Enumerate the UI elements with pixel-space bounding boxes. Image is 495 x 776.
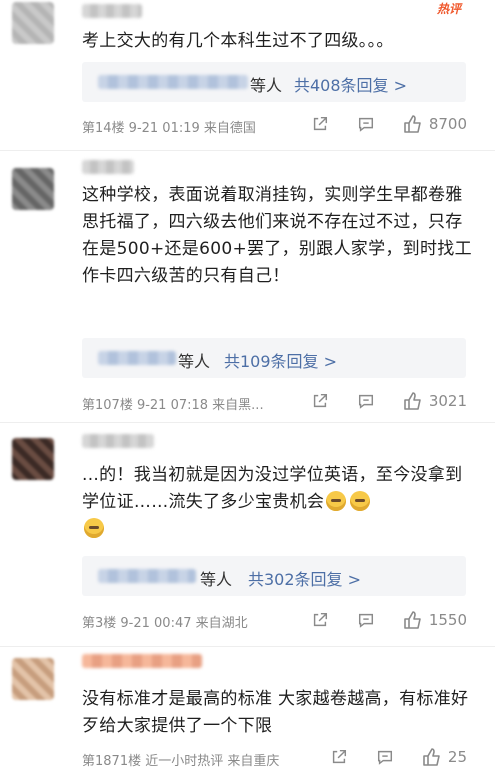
thumbs-up-icon — [404, 392, 421, 410]
like-count: 8700 — [428, 115, 467, 133]
share-icon[interactable] — [311, 115, 329, 133]
like-count: 25 — [447, 748, 467, 766]
thumbs-up-icon — [423, 748, 440, 766]
comment-icon[interactable] — [376, 748, 394, 766]
avatar[interactable] — [12, 438, 54, 480]
comment-meta: 第14楼 9-21 01:19 来自德国 — [82, 121, 256, 136]
share-icon[interactable] — [311, 611, 329, 629]
reply-users-blurred — [98, 75, 248, 89]
share-icon[interactable] — [330, 748, 348, 766]
like-button[interactable]: 8700 — [403, 114, 467, 134]
reply-preview-box[interactable]: 等人 共109条回复 > — [82, 338, 466, 378]
reply-preview-box[interactable]: 等人 共302条回复 > — [82, 556, 466, 596]
reply-count-link[interactable]: 共302条回复 > — [248, 566, 361, 590]
like-count: 3021 — [428, 392, 467, 410]
sweat-emoji-icon — [326, 491, 347, 511]
avatar[interactable] — [12, 168, 54, 210]
comment-icon[interactable] — [357, 392, 375, 410]
comment-meta: 第107楼 9-21 07:18 来自黑... — [82, 398, 264, 413]
username-blurred[interactable] — [82, 160, 134, 174]
comment-2: 这种学校，表面说着取消挂钩，实则学生早都卷雅思托福了，四六级去他们来说不存在过不… — [0, 150, 495, 420]
username-blurred[interactable] — [82, 434, 154, 448]
share-icon[interactable] — [311, 392, 329, 410]
comment-text: 这种学校，表面说着取消挂钩，实则学生早都卷雅思托福了，四六级去他们来说不存在过不… — [82, 185, 472, 286]
reply-users-blurred — [98, 351, 176, 365]
comment-text: ...的！我当初就是因为没过学位英语，至今没拿到学位证……流失了多少宝贵机会 — [82, 462, 472, 543]
like-button[interactable]: 3021 — [403, 391, 467, 411]
hot-comment-badge: 热评 — [436, 2, 461, 16]
reply-preview-box[interactable]: 等人 共408条回复 > — [82, 62, 466, 102]
comment-text: 考上交大的有几个本科生过不了四级。。。 — [82, 31, 394, 51]
reply-count-link[interactable]: 共408条回复 > — [294, 72, 407, 96]
comment-3: ...的！我当初就是因为没过学位英语，至今没拿到学位证……流失了多少宝贵机会 等… — [0, 422, 495, 644]
comment-icon[interactable] — [357, 611, 375, 629]
avatar[interactable] — [12, 2, 54, 44]
comment-icon[interactable] — [357, 115, 375, 133]
like-count: 1550 — [428, 611, 467, 629]
avatar[interactable] — [12, 658, 54, 700]
comment-text-content: ...的！我当初就是因为没过学位英语，至今没拿到学位证……流失了多少宝贵机会 — [82, 465, 463, 512]
comment-text: 没有标准才是最高的标准 大家越卷越高，有标准好歹给大家提供了一个下限 — [82, 689, 469, 736]
thumbs-up-icon — [404, 611, 421, 629]
reply-users-suffix: 等人 — [178, 352, 211, 371]
like-button[interactable]: 25 — [422, 747, 467, 767]
thumbs-up-icon — [404, 115, 421, 133]
sweat-emoji-icon — [350, 491, 371, 511]
reply-users-blurred — [98, 569, 196, 583]
comment-1: 热评 考上交大的有几个本科生过不了四级。。。 等人 共408条回复 > 第14楼… — [0, 0, 495, 148]
reply-count-link[interactable]: 共109条回复 > — [224, 348, 337, 372]
reply-users-suffix: 等人 — [250, 76, 283, 95]
username-blurred[interactable] — [82, 654, 202, 668]
reply-users-suffix: 等人 — [200, 570, 233, 589]
comment-meta: 第1871楼 近一小时热评 来自重庆 — [82, 754, 280, 769]
comment-meta: 第3楼 9-21 00:47 来自湖北 — [82, 616, 248, 631]
like-button[interactable]: 1550 — [403, 610, 467, 630]
username-blurred[interactable] — [82, 4, 142, 18]
sweat-emoji-icon — [84, 518, 104, 538]
comment-4: 没有标准才是最高的标准 大家越卷越高，有标准好歹给大家提供了一个下限 第1871… — [0, 646, 495, 776]
